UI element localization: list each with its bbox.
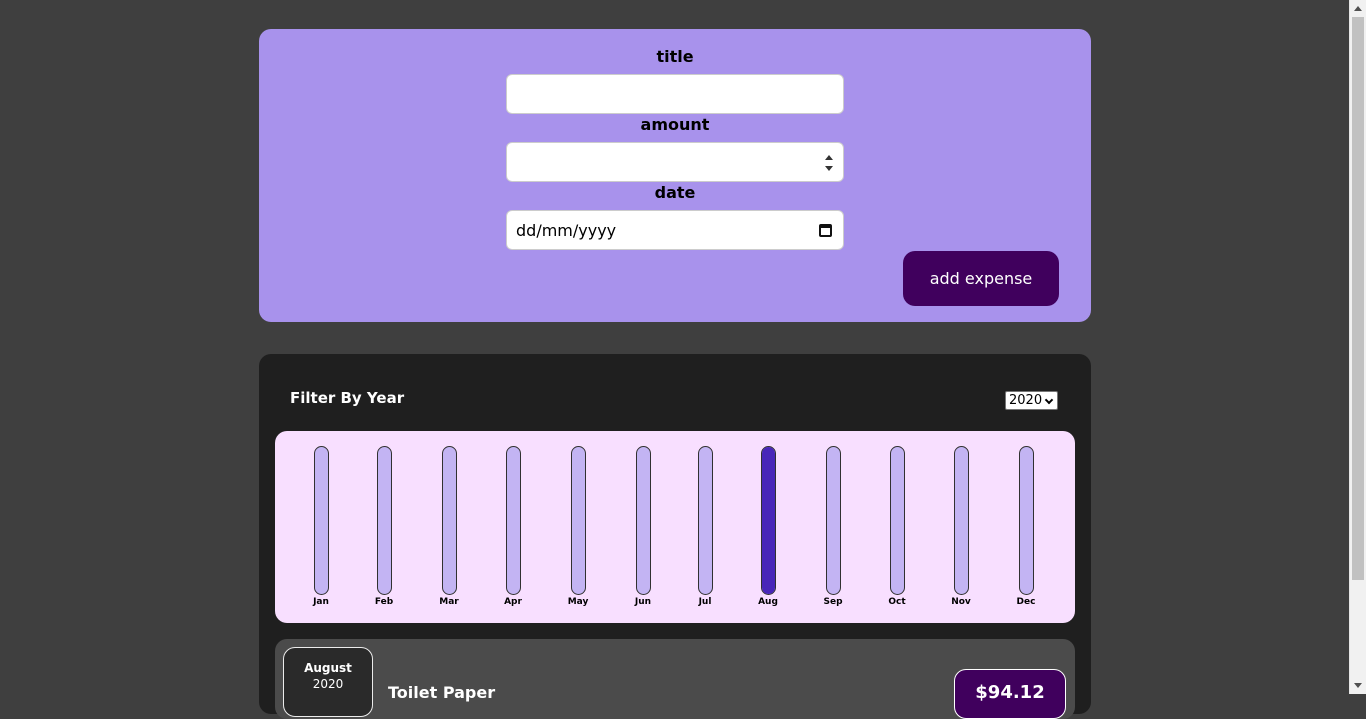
chart-bar-label: Jun	[634, 597, 652, 607]
title-input[interactable]	[506, 74, 844, 114]
chart-bar-may: May	[558, 446, 598, 611]
chart-bar-label: Mar	[439, 597, 459, 607]
chart-bar-label: Nov	[951, 597, 971, 607]
chart-bar-label: Aug	[758, 597, 778, 607]
expense-date: August 2020	[283, 647, 373, 717]
expenses-chart: Jan Feb Mar Apr May Jun Jul Aug Sep Oct Nov Dec	[275, 431, 1075, 623]
chart-bar-nov: Nov	[941, 446, 981, 611]
chart-bar-jan: Jan	[301, 446, 341, 611]
scroll-down-icon[interactable]	[1354, 683, 1362, 688]
number-spinner-icon[interactable]	[824, 154, 834, 172]
chart-bar-track	[571, 446, 586, 595]
chart-bar-track	[698, 446, 713, 595]
chevron-down-icon	[1044, 395, 1054, 405]
expense-list: August 2020 Toilet Paper $94.12	[275, 639, 1075, 719]
chart-bar-jul: Jul	[685, 446, 725, 611]
chart-bar-track	[1019, 446, 1034, 595]
expense-month: August	[304, 661, 352, 675]
chart-bar-feb: Feb	[364, 446, 404, 611]
expense-year: 2020	[312, 677, 344, 691]
chart-bar-track	[890, 446, 905, 595]
expenses-panel: Filter By Year 2020 Jan Feb Mar Apr May Jun Ju…	[259, 354, 1091, 719]
chart-bar-fill	[762, 447, 775, 594]
chart-bar-label: Apr	[504, 597, 522, 607]
expense-title: Toilet Paper	[388, 683, 496, 702]
amount-label: amount	[640, 115, 710, 134]
chart-bar-track	[442, 446, 457, 595]
chart-bar-track	[636, 446, 651, 595]
chart-bar-track	[506, 446, 521, 595]
chart-bar-label: Oct	[888, 597, 906, 607]
chart-bar-apr: Apr	[493, 446, 533, 611]
chart-bar-label: Jan	[313, 597, 329, 607]
scroll-up-icon[interactable]	[1354, 6, 1362, 11]
chart-bar-label: Jul	[698, 597, 712, 607]
date-label: date	[654, 183, 696, 202]
chart-bar-jun: Jun	[623, 446, 663, 611]
chart-bar-dec: Dec	[1006, 446, 1046, 611]
date-input[interactable]: dd/mm/yyyy	[506, 210, 844, 250]
chart-bar-oct: Oct	[877, 446, 917, 611]
calendar-icon[interactable]	[819, 224, 832, 237]
chart-bar-track	[314, 446, 329, 595]
new-expense-form: title amount date dd/mm/yyyy add expense	[259, 29, 1091, 322]
year-select[interactable]: 2020	[1005, 391, 1058, 410]
chart-bar-track	[761, 446, 776, 595]
chart-bar-track	[377, 446, 392, 595]
year-select-value: 2020	[1009, 393, 1043, 408]
chart-bar-track	[954, 446, 969, 595]
expense-price: $94.12	[954, 669, 1066, 719]
chart-bar-sep: Sep	[813, 446, 853, 611]
filter-label: Filter By Year	[290, 389, 405, 407]
scrollbar[interactable]	[1349, 0, 1366, 694]
scrollbar-thumb[interactable]	[1352, 17, 1364, 580]
chart-bar-label: Feb	[374, 597, 394, 607]
chart-bar-label: Sep	[823, 597, 843, 607]
chart-bar-track	[826, 446, 841, 595]
add-expense-button[interactable]: add expense	[903, 251, 1059, 306]
chart-bar-aug: Aug	[748, 446, 788, 611]
chart-bar-label: May	[567, 597, 589, 607]
chart-bar-mar: Mar	[429, 446, 469, 611]
amount-input[interactable]	[506, 142, 844, 182]
title-label: title	[656, 47, 694, 66]
date-placeholder: dd/mm/yyyy	[516, 221, 617, 240]
chart-bar-label: Dec	[1016, 597, 1036, 607]
